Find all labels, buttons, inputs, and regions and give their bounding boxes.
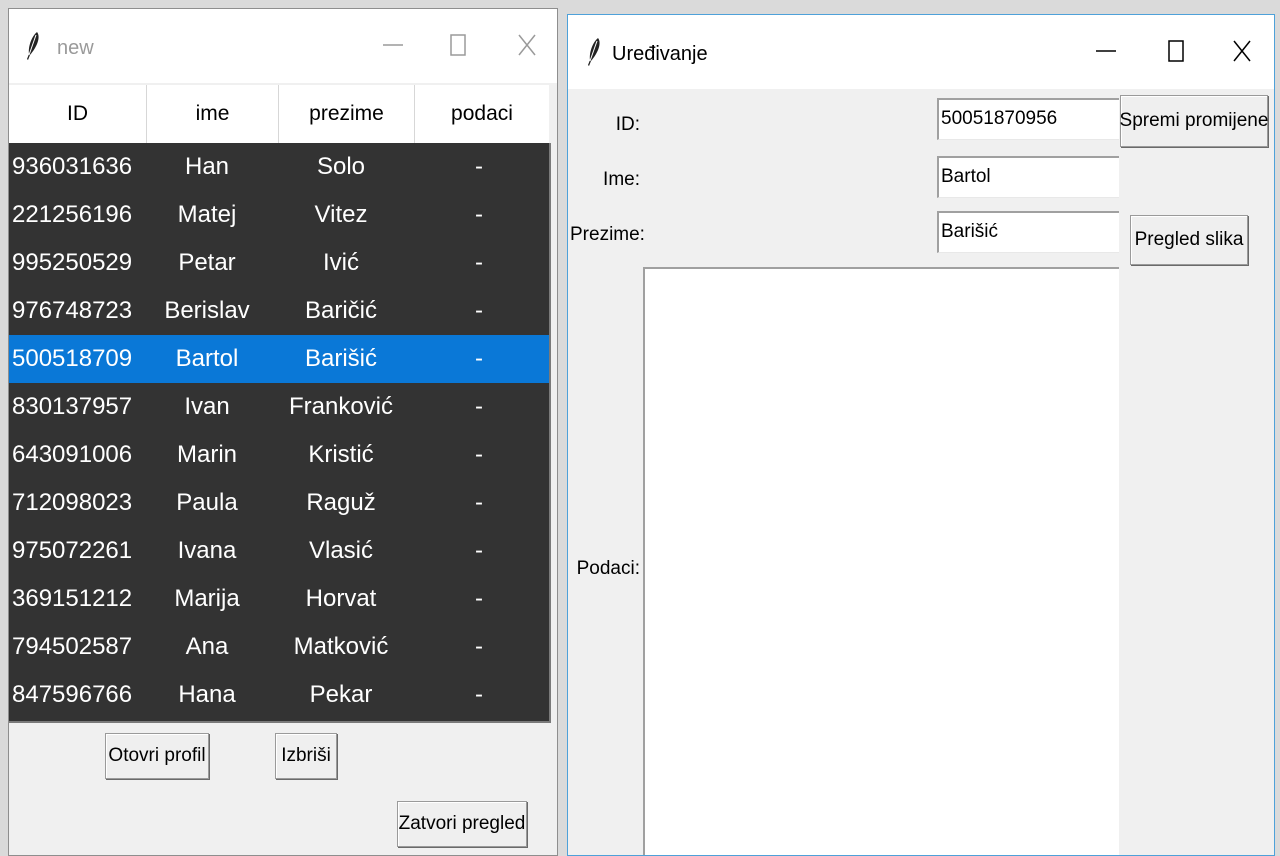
- table-row[interactable]: 830137957 Ivan Franković -: [9, 383, 549, 431]
- table-row[interactable]: 847596766 Hana Pekar -: [9, 671, 549, 719]
- cell-podaci: -: [475, 393, 483, 420]
- cell-ime: Ivan: [184, 393, 230, 420]
- cell-id: 847596766: [12, 681, 133, 708]
- minimize-button[interactable]: [1084, 29, 1128, 73]
- cell-prezime: Solo: [316, 153, 366, 180]
- prezime-label: Prezime:: [570, 224, 645, 245]
- cell-prezime: Ivić: [323, 249, 359, 276]
- image-gallery-button[interactable]: Pregled slika: [1130, 215, 1248, 265]
- window-title: new: [57, 37, 94, 59]
- minimize-icon: [1096, 50, 1116, 52]
- cell-podaci: -: [475, 441, 483, 468]
- minimize-button[interactable]: [371, 23, 415, 67]
- cell-id: 221256196: [12, 201, 133, 228]
- cell-ime: Ana: [185, 633, 229, 660]
- cell-id: 936031636: [12, 153, 133, 180]
- cell-ime: Bartol: [175, 345, 239, 372]
- prezime-field[interactable]: Barišić: [937, 211, 1119, 253]
- cell-prezime: Raguž: [306, 489, 376, 516]
- cell-podaci: -: [475, 681, 483, 708]
- feather-icon: [27, 32, 39, 60]
- ime-field[interactable]: Bartol: [937, 156, 1119, 198]
- cell-prezime: Kristić: [308, 441, 374, 468]
- cell-podaci: -: [475, 153, 483, 180]
- cell-ime: Ivana: [177, 537, 237, 564]
- window-uredivanje: Uređivanje ID: 50051870956 Spremi promij…: [567, 14, 1275, 856]
- cell-podaci: -: [475, 345, 483, 372]
- table-row[interactable]: 712098023 Paula Raguž -: [9, 479, 549, 527]
- cell-id: 500518709: [12, 345, 133, 372]
- table-row[interactable]: 221256196 Matej Vitez -: [9, 191, 549, 239]
- cell-ime: Petar: [178, 249, 236, 276]
- cell-id: 830137957: [12, 393, 133, 420]
- cell-podaci: -: [475, 633, 483, 660]
- title-bar[interactable]: Uređivanje: [568, 15, 1274, 89]
- column-header-prezime[interactable]: prezime: [279, 85, 415, 143]
- maximize-button[interactable]: [437, 23, 481, 67]
- table-row[interactable]: 794502587 Ana Matković -: [9, 623, 549, 671]
- window-new: new ID ime prezime podaci 936031636 Han So…: [8, 8, 558, 856]
- cell-id: 995250529: [12, 249, 133, 276]
- cell-id: 976748723: [12, 297, 133, 324]
- cell-prezime: Horvat: [305, 585, 377, 612]
- cell-prezime: Matković: [293, 633, 389, 660]
- close-button[interactable]: [1220, 29, 1264, 73]
- open-profile-button[interactable]: Otovri profil: [105, 733, 209, 779]
- cell-ime: Han: [184, 153, 230, 180]
- close-button[interactable]: [505, 23, 549, 67]
- table-header: ID ime prezime podaci: [9, 85, 549, 144]
- table-row[interactable]: 995250529 Petar Ivić -: [9, 239, 549, 287]
- table-row[interactable]: 643091006 Marin Kristić -: [9, 431, 549, 479]
- cell-prezime: Baričić: [304, 297, 377, 324]
- column-header-ime[interactable]: ime: [147, 85, 279, 143]
- close-icon: [518, 34, 536, 56]
- cell-podaci: -: [475, 297, 483, 324]
- maximize-icon: [450, 34, 466, 56]
- table-row[interactable]: 500518709 Bartol Barišić -: [9, 335, 549, 383]
- table-row[interactable]: 976748723 Berislav Baričić -: [9, 287, 549, 335]
- cell-prezime: Vlasić: [308, 537, 374, 564]
- maximize-button[interactable]: [1154, 29, 1198, 73]
- cell-id: 643091006: [12, 441, 133, 468]
- cell-prezime: Pekar: [309, 681, 373, 708]
- cell-id: 794502587: [12, 633, 133, 660]
- table-row[interactable]: 369151212 Marija Horvat -: [9, 575, 549, 623]
- cell-ime: Paula: [176, 489, 238, 516]
- cell-podaci: -: [475, 537, 483, 564]
- minimize-icon: [383, 44, 403, 46]
- delete-button[interactable]: Izbriši: [275, 733, 337, 779]
- ime-label: Ime:: [603, 169, 640, 190]
- title-bar[interactable]: new: [9, 9, 557, 83]
- cell-podaci: -: [475, 489, 483, 516]
- column-header-id[interactable]: ID: [9, 85, 147, 143]
- podaci-label: Podaci:: [576, 558, 640, 579]
- cell-podaci: -: [475, 585, 483, 612]
- people-table[interactable]: 936031636 Han Solo -221256196 Matej Vitez -995…: [9, 143, 551, 723]
- table-row[interactable]: 975072261 Ivana Vlasić -: [9, 527, 549, 575]
- podaci-textarea[interactable]: [643, 267, 1119, 855]
- cell-ime: Marin: [176, 441, 237, 468]
- cell-prezime: Franković: [288, 393, 394, 420]
- cell-prezime: Vitez: [314, 201, 368, 228]
- cell-podaci: -: [475, 201, 483, 228]
- cell-ime: Matej: [177, 201, 237, 228]
- id-label: ID:: [615, 114, 640, 135]
- cell-ime: Marija: [174, 585, 240, 612]
- column-header-podaci[interactable]: podaci: [415, 85, 549, 143]
- feather-icon: [588, 38, 600, 66]
- id-field[interactable]: 50051870956: [937, 98, 1119, 140]
- cell-ime: Hana: [178, 681, 236, 708]
- maximize-icon: [1168, 40, 1184, 62]
- close-view-button[interactable]: Zatvori pregled: [397, 801, 527, 847]
- cell-id: 975072261: [12, 537, 133, 564]
- cell-podaci: -: [475, 249, 483, 276]
- cell-ime: Berislav: [164, 297, 250, 324]
- cell-id: 369151212: [12, 585, 133, 612]
- cell-prezime: Barišić: [304, 345, 377, 372]
- close-icon: [1233, 40, 1251, 62]
- save-changes-button[interactable]: Spremi promijene: [1120, 95, 1268, 147]
- table-row[interactable]: 936031636 Han Solo -: [9, 143, 549, 191]
- window-title: Uređivanje: [612, 43, 708, 65]
- cell-id: 712098023: [12, 489, 133, 516]
